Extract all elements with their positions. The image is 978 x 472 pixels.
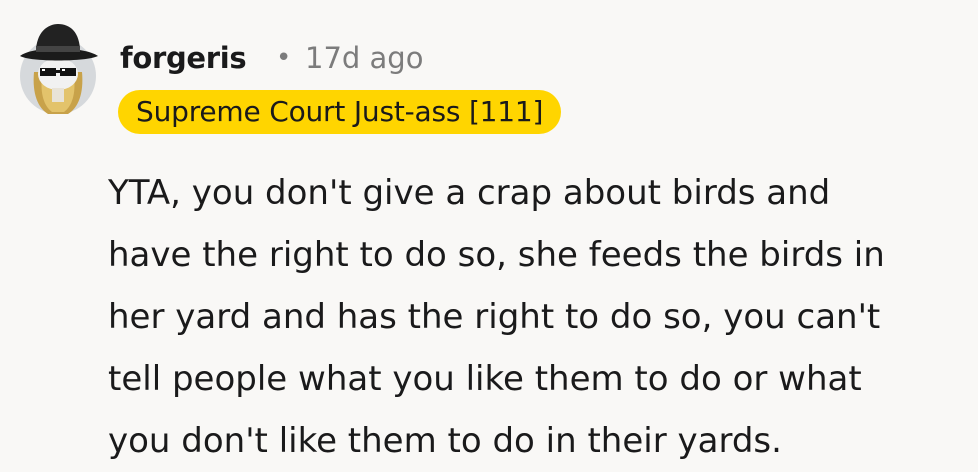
meta-separator: •: [276, 43, 292, 73]
timestamp[interactable]: 17d ago: [305, 40, 423, 76]
comment-body-line: have the right to do so, she feeds the b…: [108, 235, 885, 275]
comment-body: YTA, you don't give a crap about birds a…: [108, 162, 968, 472]
user-flair-badge: Supreme Court Just-ass [111]: [118, 90, 562, 134]
comment-body-line: you don't like them to do in their yards…: [108, 421, 782, 461]
comment-body-line: YTA, you don't give a crap about birds a…: [108, 173, 831, 213]
comment-body-line: tell people what you like them to do or …: [108, 359, 862, 399]
comment-body-line: her yard and has the right to do so, you…: [108, 297, 881, 337]
avatar-icon: [20, 24, 98, 114]
comment: forgeris • 17d ago Supreme Court Just-as…: [0, 0, 978, 472]
avatar[interactable]: [12, 16, 104, 120]
username-link[interactable]: forgeris: [120, 40, 247, 76]
